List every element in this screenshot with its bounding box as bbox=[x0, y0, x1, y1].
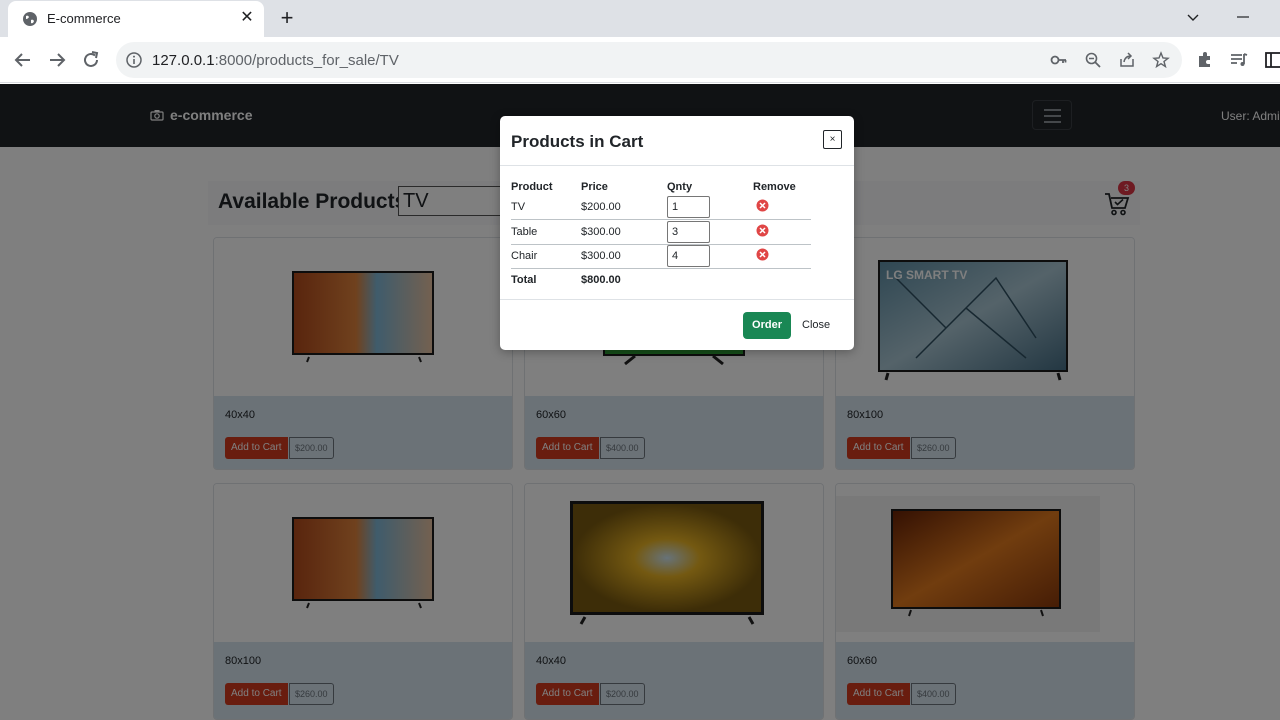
back-arrow-icon[interactable] bbox=[12, 49, 34, 71]
side-panel-icon[interactable] bbox=[1263, 50, 1280, 70]
close-button[interactable]: Close bbox=[802, 312, 830, 339]
cart-modal: Products in Cart × Product Price Qnty Re… bbox=[500, 116, 854, 350]
zoom-out-icon[interactable] bbox=[1084, 51, 1102, 69]
key-icon[interactable] bbox=[1050, 51, 1068, 69]
browser-toolbar: 127.0.0.1:8000/products_for_sale/TV bbox=[0, 37, 1280, 83]
order-button[interactable]: Order bbox=[743, 312, 791, 339]
remove-item-icon[interactable] bbox=[756, 199, 769, 212]
modal-footer: Order Close bbox=[500, 299, 854, 350]
cart-item-qty-cell bbox=[667, 219, 753, 245]
share-icon[interactable] bbox=[1118, 51, 1136, 69]
minimize-icon[interactable] bbox=[1235, 9, 1251, 25]
cart-item-remove-cell bbox=[753, 219, 811, 245]
new-tab-button[interactable]: + bbox=[276, 7, 298, 29]
cart-item-price: $300.00 bbox=[581, 244, 667, 269]
media-queue-icon[interactable] bbox=[1229, 50, 1249, 70]
empty-cell bbox=[667, 269, 753, 291]
modal-header: Products in Cart × bbox=[500, 116, 854, 166]
table-header-row: Product Price Qnty Remove bbox=[511, 178, 811, 195]
tab-close-icon[interactable]: ✕ bbox=[238, 9, 256, 27]
reload-icon[interactable] bbox=[80, 49, 102, 71]
chevron-down-icon[interactable] bbox=[1185, 9, 1201, 25]
web-page: e-commerce User: Admin Available Product… bbox=[0, 84, 1280, 720]
cart-table: Product Price Qnty Remove TV $200.00 1 T… bbox=[511, 178, 811, 291]
info-icon[interactable] bbox=[126, 52, 142, 68]
column-header-qty: Qnty bbox=[667, 180, 693, 193]
star-icon[interactable] bbox=[1152, 51, 1170, 69]
url-host: 127.0.0.1 bbox=[152, 52, 215, 69]
column-header-price: Price bbox=[581, 180, 608, 193]
total-value: $800.00 bbox=[581, 273, 621, 286]
table-row: Chair $300.00 bbox=[511, 244, 811, 269]
quantity-input[interactable] bbox=[667, 220, 710, 243]
cart-item-product: TV bbox=[511, 195, 581, 220]
cart-item-product: Chair bbox=[511, 244, 581, 269]
address-bar[interactable]: 127.0.0.1:8000/products_for_sale/TV bbox=[116, 42, 1182, 78]
url-text[interactable]: 127.0.0.1:8000/products_for_sale/TV bbox=[152, 52, 399, 69]
column-header-product: Product bbox=[511, 180, 553, 193]
table-row: Table $300.00 bbox=[511, 219, 811, 245]
cart-item-price: $200.00 bbox=[581, 195, 667, 220]
forward-arrow-icon[interactable] bbox=[46, 49, 68, 71]
tab-title: E-commerce bbox=[47, 11, 121, 26]
total-label: Total bbox=[511, 273, 537, 286]
quantity-input[interactable] bbox=[667, 196, 710, 218]
globe-icon bbox=[23, 12, 37, 26]
cart-item-remove-cell bbox=[753, 244, 811, 269]
cart-item-qty-cell bbox=[667, 244, 753, 269]
extensions-puzzle-icon[interactable] bbox=[1195, 50, 1215, 70]
url-path: :8000/products_for_sale/TV bbox=[214, 52, 399, 69]
close-icon[interactable]: × bbox=[823, 130, 842, 149]
quantity-input[interactable] bbox=[667, 245, 710, 268]
column-header-remove: Remove bbox=[753, 180, 796, 193]
table-row: TV $200.00 bbox=[511, 195, 811, 220]
empty-cell bbox=[753, 269, 811, 291]
remove-item-icon[interactable] bbox=[756, 224, 769, 237]
cart-item-price: $300.00 bbox=[581, 219, 667, 245]
cart-item-product: Table bbox=[511, 219, 581, 245]
total-row: Total $800.00 bbox=[511, 269, 811, 291]
cart-item-qty-cell bbox=[667, 195, 753, 220]
browser-tab[interactable]: E-commerce ✕ bbox=[8, 1, 264, 37]
remove-item-icon[interactable] bbox=[756, 248, 769, 261]
modal-title: Products in Cart bbox=[511, 132, 644, 151]
cart-item-remove-cell bbox=[753, 195, 811, 220]
browser-tabstrip: E-commerce ✕ + bbox=[0, 0, 1280, 37]
